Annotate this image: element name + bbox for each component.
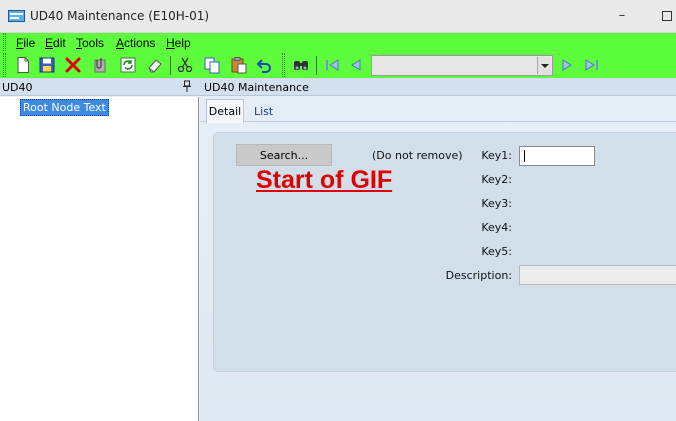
main-panel: Detail List Search... (Do not remove) Ke… (200, 96, 676, 421)
minimize-button[interactable]: – (612, 8, 632, 26)
tree-panel-header: UD40 (0, 78, 200, 96)
first-record-button[interactable] (323, 56, 341, 74)
paste-button[interactable] (230, 56, 248, 74)
main-panel-header: UD40 Maintenance (200, 78, 676, 96)
menu-file[interactable]: File (16, 36, 35, 50)
find-button[interactable] (292, 56, 310, 74)
key2-label: Key2: (481, 173, 512, 186)
search-button[interactable]: Search... (236, 144, 332, 166)
toolbar (0, 53, 676, 78)
key1-label: Key1: (481, 149, 512, 162)
tab-strip: Detail List (200, 96, 676, 123)
tree-view: Root Node Text (0, 97, 199, 421)
first-record-icon (326, 59, 339, 71)
description-label: Description: (445, 269, 512, 282)
toolbar-separator-2 (316, 56, 317, 75)
minimize-icon: – (618, 8, 626, 23)
next-record-icon (562, 59, 572, 71)
window-title: UD40 Maintenance (E10H-01) (30, 9, 210, 23)
paste-icon (231, 57, 247, 74)
refresh-icon (120, 57, 136, 73)
previous-record-icon (351, 59, 361, 71)
copy-button[interactable] (203, 56, 221, 74)
undo-icon (256, 59, 271, 73)
delete-button[interactable] (64, 56, 82, 74)
tab-detail[interactable]: Detail (206, 99, 244, 123)
clear-button[interactable] (146, 56, 164, 74)
cut-icon (177, 57, 193, 73)
menu-tools[interactable]: Tools (76, 36, 104, 50)
attach-button[interactable] (92, 56, 110, 74)
main-panel-title: UD40 Maintenance (204, 81, 309, 94)
undo-button[interactable] (255, 56, 273, 74)
save-button[interactable] (38, 56, 56, 74)
pin-icon[interactable] (183, 80, 191, 95)
maximize-button[interactable] (656, 8, 676, 26)
maximize-icon (662, 11, 672, 21)
save-icon (39, 57, 55, 73)
key1-input[interactable] (519, 146, 595, 166)
clear-icon (148, 59, 162, 73)
title-bar: UD40 Maintenance (E10H-01) – (0, 0, 676, 33)
last-record-button[interactable] (583, 56, 601, 74)
app-icon (8, 10, 25, 22)
chevron-down-icon[interactable] (537, 57, 551, 74)
toolbar-grip[interactable] (3, 53, 6, 77)
tree-root-node[interactable]: Root Node Text (20, 99, 109, 116)
previous-record-button[interactable] (347, 56, 365, 74)
menu-help[interactable]: Help (166, 36, 191, 50)
find-icon (294, 61, 308, 70)
navigation-combo[interactable] (371, 55, 553, 76)
do-not-remove-label: (Do not remove) (372, 149, 463, 162)
delete-icon (65, 57, 81, 73)
toolbar-grip-2[interactable] (282, 53, 285, 77)
description-input[interactable] (519, 265, 676, 285)
menu-bar: File Edit Tools Actions Help (0, 33, 676, 53)
refresh-button[interactable] (119, 56, 137, 74)
menu-actions[interactable]: Actions (116, 36, 155, 50)
next-record-button[interactable] (558, 56, 576, 74)
key4-label: Key4: (481, 221, 512, 234)
new-icon (17, 57, 29, 73)
new-button[interactable] (14, 56, 32, 74)
copy-icon (204, 57, 220, 74)
key5-label: Key5: (481, 245, 512, 258)
menu-grip[interactable] (3, 33, 6, 51)
last-record-icon (585, 59, 598, 71)
cut-button[interactable] (176, 56, 194, 74)
attach-icon (94, 58, 106, 73)
tab-list[interactable]: List (254, 105, 273, 118)
start-of-gif-banner: Start of GIF (256, 166, 393, 194)
key3-label: Key3: (481, 197, 512, 210)
menu-edit[interactable]: Edit (45, 36, 66, 50)
tree-panel-title: UD40 (2, 81, 33, 94)
toolbar-separator (170, 56, 171, 75)
